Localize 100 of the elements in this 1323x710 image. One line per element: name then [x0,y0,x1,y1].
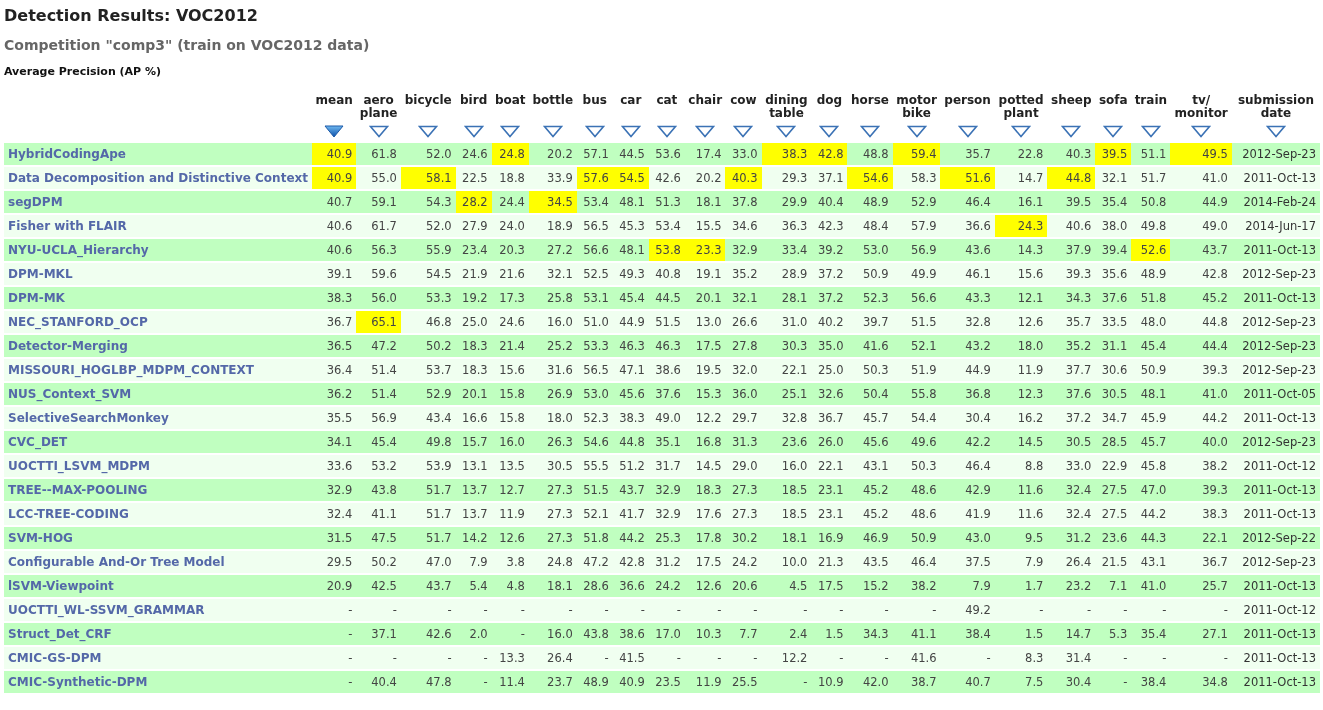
sort-icon[interactable] [542,125,563,138]
sort-icon[interactable] [1140,125,1161,138]
table-cell-text: 27.5 [1100,506,1129,523]
table-cell-text: 39.2 [816,242,845,259]
table-cell: 54.5 [612,167,649,189]
method-link[interactable]: Data Decomposition and Distinctive Context [8,171,308,185]
table-cell-text: 43.5 [861,554,890,571]
table-cell-text: 34.1 [325,434,354,451]
table-cell-text: 29.0 [730,458,759,475]
sort-icon[interactable] [620,125,641,138]
method-link[interactable]: MISSOURI_HOGLBP_MDPM_CONTEXT [8,363,254,377]
table-cell-text: 52.9 [909,194,938,211]
table-cell-text: 33.9 [546,170,574,187]
sort-icon[interactable] [463,125,484,138]
table-cell-text: - [1122,602,1129,619]
table-cell-text: 12.3 [1016,386,1045,403]
sort-icon[interactable] [860,125,880,138]
table-cell-text: 43.2 [964,338,992,355]
table-cell-text: 20.6 [730,578,759,595]
table-cell-text: 51.8 [582,530,610,547]
method-link[interactable]: LCC-TREE-CODING [8,507,129,521]
method-link[interactable]: NUS_Context_SVM [8,387,132,401]
sort-icon[interactable] [1103,125,1124,138]
table-cell-text: 54.4 [909,410,938,427]
table-cell-text: 30.5 [546,458,574,475]
sort-icon[interactable] [695,125,716,138]
table-cell-text: 34.6 [730,218,759,235]
table-cell-text: 37.8 [730,194,759,211]
table-cell-text: 12.7 [498,482,526,499]
table-cell-text: 10.0 [780,554,809,571]
table-cell: 38.3 [761,143,812,165]
sort-icon[interactable] [368,125,389,138]
method-link[interactable]: HybridCodingApe [8,147,126,161]
table-cell: 53.8 [648,239,685,261]
table-cell: 40.9 [312,143,357,165]
sort-icon[interactable] [819,125,840,138]
method-link[interactable]: CMIC-Synthetic-DPM [8,675,148,689]
table-cell-text: 58.3 [909,170,938,187]
sort-icon[interactable] [1011,125,1032,138]
method-link[interactable]: DPM-MK [8,291,65,305]
sort-icon[interactable] [584,125,605,138]
table-cell-text: 46.4 [964,458,992,475]
method-link[interactable]: Configurable And-Or Tree Model [8,555,225,569]
sort-icon[interactable] [1265,125,1286,138]
table-cell-text: - [838,650,845,667]
method-link[interactable]: CMIC-GS-DPM [8,651,102,665]
method-link[interactable]: Struct_Det_CRF [8,627,112,641]
method-link[interactable]: UOCTTI_LSVM_MDPM [8,459,151,473]
method-link[interactable]: NEC_STANFORD_OCP [8,315,148,329]
method-link[interactable]: Fisher with FLAIR [8,219,127,233]
table-cell-text: 40.4 [816,194,845,211]
table-cell-text: 51.7 [1139,170,1168,187]
table-cell-text: 22.8 [1016,146,1045,163]
sort-icon[interactable] [733,125,754,138]
table-cell-text: 28.1 [780,290,809,307]
table-cell-text: 41.6 [909,650,938,667]
sort-icon[interactable] [1061,125,1082,138]
table-cell-text: 19.5 [694,362,723,379]
table-cell-text: 27.3 [546,530,574,547]
table-cell-text: - [716,602,723,619]
method-link[interactable]: SVM-HOG [8,531,73,545]
method-link[interactable]: UOCTTI_WL-SSVM_GRAMMAR [8,603,205,617]
method-link[interactable]: Detector-Merging [8,339,128,353]
sort-icon[interactable] [957,125,978,138]
sort-icon[interactable] [656,125,677,138]
method-link[interactable]: lSVM-Viewpoint [8,579,114,593]
table-cell-text: - [519,602,526,619]
table-cell-text: 52.0 [425,146,453,163]
method-link[interactable]: NYU-UCLA_Hierarchy [8,243,149,257]
table-cell-text: 30.2 [730,530,759,547]
table-cell-text: 16.0 [546,626,574,643]
table-cell-text: 10.3 [694,626,723,643]
table-cell-text: 2012-Sep-23 [1241,362,1317,379]
method-link[interactable]: DPM-MKL [8,267,73,281]
table-cell-text: 23.6 [780,434,809,451]
table-cell-text: 37.6 [654,386,682,403]
table-cell-text: 13.1 [461,458,489,475]
table-cell-text: 53.3 [425,290,453,307]
table-cell-text: 17.6 [694,506,723,523]
table-cell-text: 32.9 [654,482,682,499]
method-link[interactable]: TREE--MAX-POOLING [8,483,148,497]
sort-icon[interactable] [776,125,797,138]
table-cell-text: - [802,602,809,619]
table-cell-text: 53.0 [582,386,610,403]
table-cell-text: 42.0 [861,674,890,691]
method-link[interactable]: CVC_DET [8,435,68,449]
table-cell-text: 21.6 [498,266,526,283]
sort-icon[interactable] [1191,125,1212,138]
method-link[interactable]: SelectiveSearchMonkey [8,411,169,425]
table-cell-text: 56.9 [370,410,398,427]
table-cell-text: 41.7 [618,506,646,523]
sort-icon[interactable] [324,125,345,138]
method-link[interactable]: segDPM [8,195,63,209]
table-cell-text: 54.6 [582,434,610,451]
sort-icon[interactable] [418,125,439,138]
sort-icon[interactable] [906,125,927,138]
table-cell-text: 41.0 [1201,170,1229,187]
sort-icon[interactable] [500,125,521,138]
table-cell-text: 2012-Sep-23 [1241,338,1317,355]
table-cell-text: 45.2 [1201,290,1229,307]
